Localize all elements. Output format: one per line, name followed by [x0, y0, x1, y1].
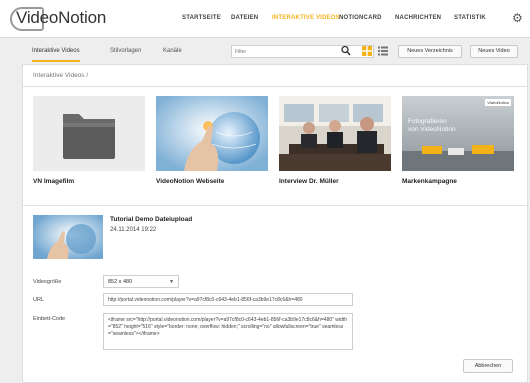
content-panel: VN Imagefilm VideoNotion Webseite Interv…	[22, 86, 529, 383]
nav-dateien[interactable]: DATEIEN	[231, 15, 258, 21]
divider	[23, 205, 529, 206]
item-thumbnail-interview[interactable]	[279, 96, 391, 171]
breadcrumb: Interaktive Videos /	[22, 64, 528, 86]
item-title[interactable]: Markenkampagne	[402, 178, 457, 185]
item-title[interactable]: VN Imagefilm	[33, 178, 74, 185]
folder-icon	[63, 114, 115, 159]
nav-startseite[interactable]: STARTSEITE	[182, 15, 221, 21]
item-title[interactable]: VideoNotion Webseite	[156, 178, 224, 185]
url-label: URL	[33, 297, 45, 303]
url-field[interactable]: http://portal.videonotion.com/player?v=a…	[103, 293, 353, 306]
thumbnail-caption: Fotografieren von VideoNotion	[408, 118, 456, 133]
tab-kanaele[interactable]: Kanäle	[163, 42, 182, 62]
tab-interaktive-videos[interactable]: Interaktive Videos	[32, 42, 80, 62]
item-thumbnail-markenkampagne[interactable]: Fotografieren von VideoNotion VideoNotio…	[402, 96, 514, 171]
tab-stilvorlagen[interactable]: Stilvorlagen	[110, 42, 141, 62]
thumbnail-badge: VideoNotion	[485, 99, 511, 106]
logo-text: VideoNotion	[16, 8, 107, 27]
grid-icon[interactable]	[362, 46, 372, 56]
logo[interactable]: VideoNotion	[10, 7, 110, 31]
nav-interaktive-videos[interactable]: INTERAKTIVE VIDEOS	[272, 15, 340, 21]
search-icon[interactable]	[341, 45, 351, 57]
nav-nachrichten[interactable]: NACHRICHTEN	[395, 15, 441, 21]
detail-title: Tutorial Demo Dateiupload	[110, 216, 193, 223]
embed-code-field[interactable]: <iframe src="http://portal.videonotion.c…	[103, 313, 353, 350]
gear-icon[interactable]: ⚙	[512, 12, 524, 24]
nav-notioncard[interactable]: NOTIONCARD	[339, 15, 382, 21]
cancel-button[interactable]: Abbrechen	[463, 359, 513, 373]
video-size-select[interactable]: 852 x 480 ▼	[103, 275, 179, 288]
new-folder-button[interactable]: Neues Verzeichnis	[398, 45, 462, 58]
globe-touch-image	[33, 215, 103, 259]
item-thumbnail-folder[interactable]	[33, 96, 145, 171]
toolbar: Interaktive Videos Stilvorlagen Kanäle N…	[22, 42, 528, 62]
top-bar: VideoNotion STARTSEITE DATEIEN INTERAKTI…	[0, 0, 530, 38]
item-thumbnail-webseite[interactable]	[156, 96, 268, 171]
nav-statistik[interactable]: STATISTIK	[454, 15, 486, 21]
globe-touch-image	[156, 96, 268, 171]
item-title[interactable]: Interview Dr. Müller	[279, 178, 339, 185]
detail-thumbnail	[33, 215, 103, 259]
search-input[interactable]	[231, 45, 374, 58]
detail-date: 24.11.2014 19:22	[110, 227, 157, 233]
meeting-image	[279, 96, 391, 171]
embed-code-label: Einbett-Code	[33, 316, 66, 322]
video-size-value: 852 x 480	[108, 279, 133, 285]
new-video-button[interactable]: Neues Video	[470, 45, 518, 58]
chevron-down-icon: ▼	[169, 279, 174, 285]
list-icon[interactable]	[378, 46, 388, 56]
video-size-label: Videogröße	[33, 279, 62, 285]
